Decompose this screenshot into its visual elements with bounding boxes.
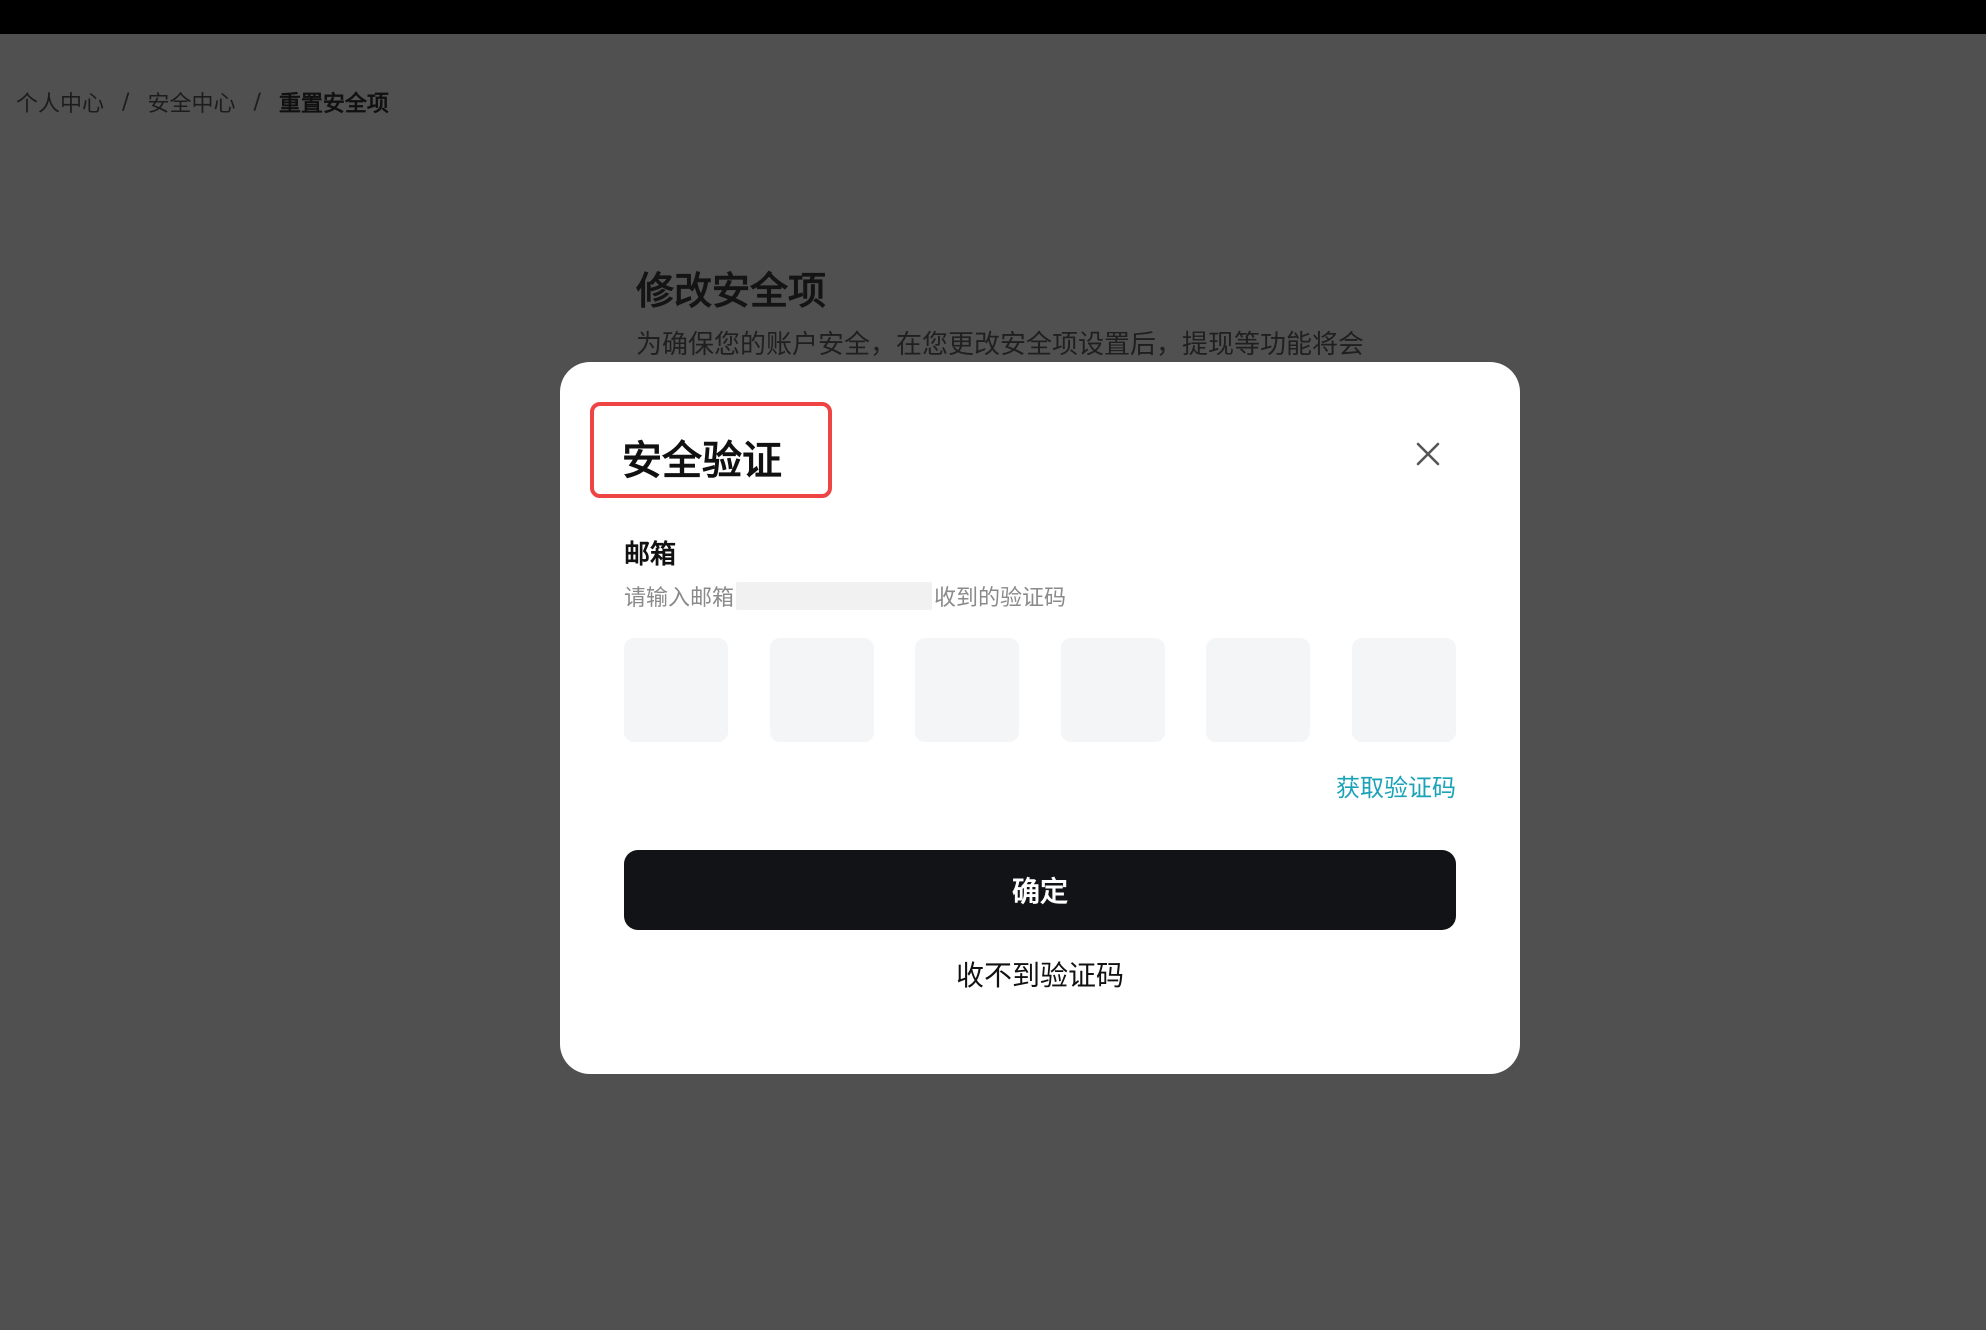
breadcrumb: 个人中心 / 安全中心 / 重置安全项 [16, 86, 389, 118]
code-digit-5[interactable] [1206, 638, 1311, 742]
security-verification-modal: 安全验证 邮箱 请输入邮箱 收到的验证码 获取验证码 确定 收不到验证码 [560, 362, 1520, 1074]
breadcrumb-separator: / [122, 89, 130, 115]
email-label: 邮箱 [624, 540, 677, 570]
hint-suffix: 收到的验证码 [934, 586, 1067, 611]
close-button[interactable] [1408, 434, 1448, 474]
redacted-email [736, 582, 933, 610]
code-digit-1[interactable] [624, 638, 728, 742]
confirm-button[interactable]: 确定 [624, 850, 1456, 930]
close-icon [1416, 442, 1440, 466]
breadcrumb-item-personal-center[interactable]: 个人中心 [16, 86, 104, 118]
breadcrumb-separator: / [253, 89, 261, 115]
email-hint: 请输入邮箱 收到的验证码 [624, 580, 1066, 612]
code-digit-4[interactable] [1060, 638, 1165, 742]
code-digit-3[interactable] [915, 638, 1020, 742]
modal-title: 安全验证 [622, 438, 782, 484]
code-digit-6[interactable] [1351, 638, 1456, 742]
cannot-receive-code-link[interactable]: 收不到验证码 [560, 954, 1520, 994]
page-title: 修改安全项 [636, 269, 827, 313]
code-digit-2[interactable] [769, 638, 874, 742]
breadcrumb-item-current: 重置安全项 [278, 92, 389, 117]
get-code-link[interactable]: 获取验证码 [1336, 768, 1456, 803]
hint-prefix: 请输入邮箱 [624, 586, 735, 611]
top-bar [0, 0, 1986, 34]
page-description: 为确保您的账户安全，在您更改安全项设置后，提现等功能将会 [636, 330, 1365, 360]
breadcrumb-item-security-center[interactable]: 安全中心 [147, 86, 235, 118]
verification-code-inputs [624, 638, 1456, 742]
